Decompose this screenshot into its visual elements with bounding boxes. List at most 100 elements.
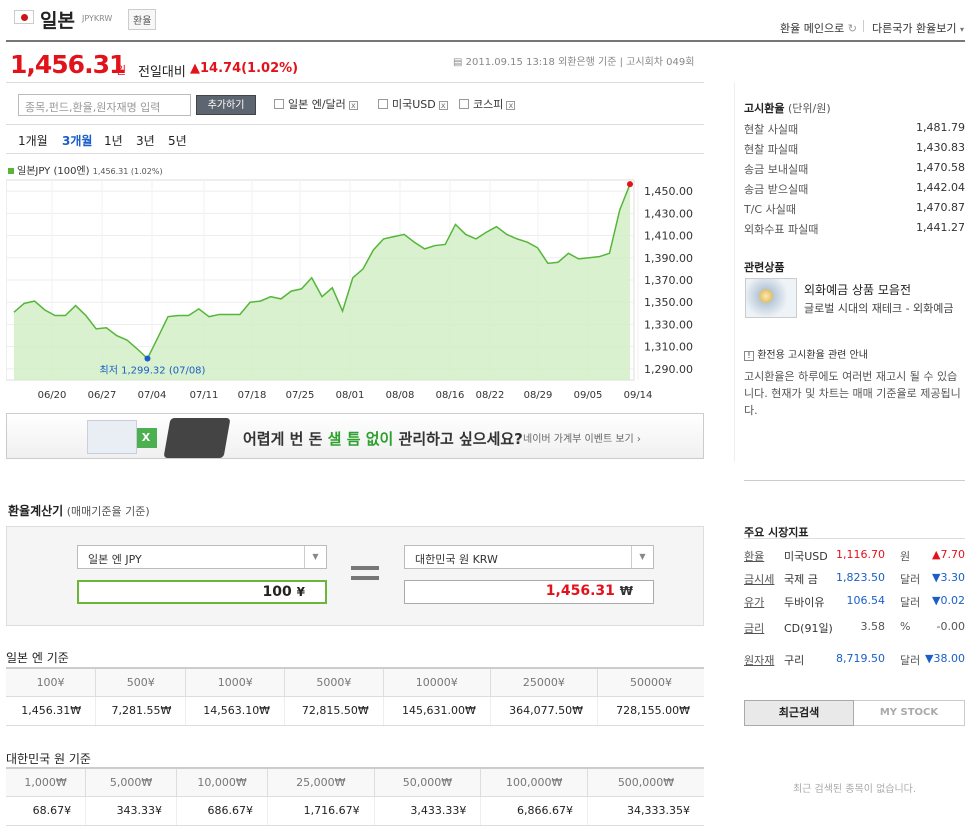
market-row[interactable]: 원자재 구리 8,719.50 달러 ▼38.00 [744,652,965,670]
quote-info: ▤ 2011.09.15 13:18 외환은행 기준 | 고시회차 049회 [453,57,695,68]
compare-checkbox-jpyusd[interactable]: 일본 엔/달러 x [274,96,358,112]
market-change: ▼3.30 [932,571,965,584]
market-value: 8,719.50 [836,652,885,665]
tab-recent[interactable]: 최근검색 [744,700,854,726]
table-cell: 34,333.35¥ [587,796,704,826]
table-header: 25000¥ [490,667,598,697]
table-cell: 72,815.50₩ [284,696,384,726]
product-thumbnail[interactable] [745,278,797,318]
table-cell: 145,631.00₩ [383,696,491,726]
x-tick-label: 07/18 [238,390,267,401]
remove-icon[interactable]: x [506,101,516,110]
market-name: 미국USD [784,550,828,563]
x-tick-label: 07/11 [190,390,219,401]
market-row[interactable]: 금시세 국제 금 1,823.50 달러 ▼3.30 [744,571,965,589]
y-tick-label: 1,310.00 [644,341,693,354]
table-header: 500¥ [95,667,187,697]
table-cell: 7,281.55₩ [95,696,187,726]
market-unit: 원 [900,550,911,563]
price-unit: 원 [116,64,127,77]
recent-tabs: 최근검색 MY STOCK [744,700,965,726]
chart-legend: 일본JPY (100엔) 1,456.31 (1.02%) [8,162,163,177]
tab-mystock[interactable]: MY STOCK [854,700,965,726]
rate-row: 송금 받으실때 1,442.04 [744,181,965,196]
period-5y[interactable]: 5년 [168,132,187,149]
y-tick-label: 1,450.00 [644,185,693,198]
ad-banner[interactable]: X 어렵게 번 돈 샐 틈 없이 관리하고 싶으세요? 네이버 가계부 이벤트 … [6,413,704,459]
table-header: 5000¥ [284,667,384,697]
table-cell: 728,155.00₩ [597,696,704,726]
x-tick-label: 08/29 [524,390,553,401]
from-amount-input[interactable]: 100 ¥ [77,580,327,604]
x-tick-label: 08/01 [336,390,365,401]
product-link[interactable]: 외화예금 상품 모음전 [804,281,911,298]
rate-row: 현찰 파실때 1,430.83 [744,141,965,156]
japan-flag-icon [14,10,34,24]
y-tick-label: 1,330.00 [644,318,693,331]
from-currency-select[interactable]: 일본 엔 JPY ▼ [77,545,327,569]
excel-icon: X [135,428,157,448]
market-row[interactable]: 유가 두바이유 106.54 달러 ▼0.02 [744,594,965,612]
table-header: 25,000₩ [267,767,375,797]
x-tick-label: 06/20 [38,390,67,401]
current-price: 1,456.31 [10,50,126,79]
x-tick-label: 08/22 [476,390,505,401]
market-value: 1,116.70 [836,548,885,561]
search-input[interactable]: 종목,펀드,환율,원자재명 입력 [18,94,191,116]
exchange-tag[interactable]: 환율 [128,9,157,30]
x-tick-label: 07/04 [138,390,167,401]
main-link[interactable]: 환율 메인으로 ↻ [780,20,857,36]
rate-row: T/C 사실때 1,470.87 [744,201,965,216]
rate-row: 현찰 사실때 1,481.79 [744,121,965,136]
paper-icon [87,420,137,454]
page-title: 일본 [40,10,75,32]
banner-link[interactable]: 네이버 가계부 이벤트 보기 › [523,430,641,445]
market-category: 금시세 [744,573,775,586]
market-value: 3.58 [860,620,886,633]
recent-empty: 최근 검색된 종목이 없습니다. [792,784,917,795]
table-header: 10000¥ [383,667,491,697]
remove-icon[interactable]: x [438,101,448,110]
equals-icon [351,566,379,570]
market-name: 국제 금 [784,573,818,586]
other-country-link[interactable]: 다른국가 환율보기 ▾ [872,20,964,36]
to-amount-output: 1,456.31 ₩ [404,580,654,604]
krw-table-title: 대한민국 원 기준 [6,752,91,766]
period-3y[interactable]: 3년 [136,132,155,149]
market-category: 원자재 [744,654,775,667]
compare-checkbox-usd[interactable]: 미국USD x [378,96,448,112]
period-3m[interactable]: 3개월 [62,132,92,149]
guide-body: 고시환율은 하루에도 여러번 재고시 될 수 있습니다. 현재가 및 차트는 매… [744,370,961,417]
market-row[interactable]: 금리 CD(91일) 3.58% -0.00 [744,620,965,638]
high-label: 최고 1,456.31 (09/15) [522,176,628,177]
to-currency-select[interactable]: 대한민국 원 KRW ▼ [404,545,654,569]
remove-icon[interactable]: x [348,101,358,110]
table-header: 1,000₩ [6,767,87,797]
calc-title: 환율계산기 (매매기준율 기준) [8,504,150,518]
rate-row: 송금 보내실때 1,470.58 [744,161,965,176]
currency-code: JPYKRW [82,14,113,23]
low-point [144,355,151,362]
market-change: ▲7.70 [932,548,965,561]
banner-text-end: 관리하고 싶으세요? [393,430,523,448]
add-button[interactable]: 추가하기 [196,95,256,115]
product-desc[interactable]: 글로벌 시대의 재테크 - 외화예금 [804,300,954,316]
notice-rate-title: 고시환율 (단위/원) [744,102,831,115]
header-divider [6,40,965,42]
krw-table: 1,000₩ 5,000₩ 10,000₩ 25,000₩ 50,000₩ 100,000… [6,767,704,826]
table-cell: 343.33¥ [85,796,178,826]
x-tick-label: 08/08 [386,390,415,401]
legend-value: 1,456.31 (1.02%) [92,167,163,176]
y-tick-label: 1,390.00 [644,252,693,265]
compare-checkbox-kospi[interactable]: 코스피 x [459,96,516,112]
period-1m[interactable]: 1개월 [18,132,48,149]
period-1y[interactable]: 1년 [104,132,123,149]
x-tick-label: 07/25 [286,390,315,401]
table-header: 10,000₩ [176,767,268,797]
x-tick-label: 09/05 [574,390,603,401]
table-header: 500,000₩ [587,767,704,797]
market-value: 106.54 [846,594,886,607]
compare-label: 전일대비 [138,65,186,80]
clock-icon: ▤ [453,57,463,68]
market-row[interactable]: 환율 미국USD 1,116.70 원 ▲7.70 [744,548,965,566]
